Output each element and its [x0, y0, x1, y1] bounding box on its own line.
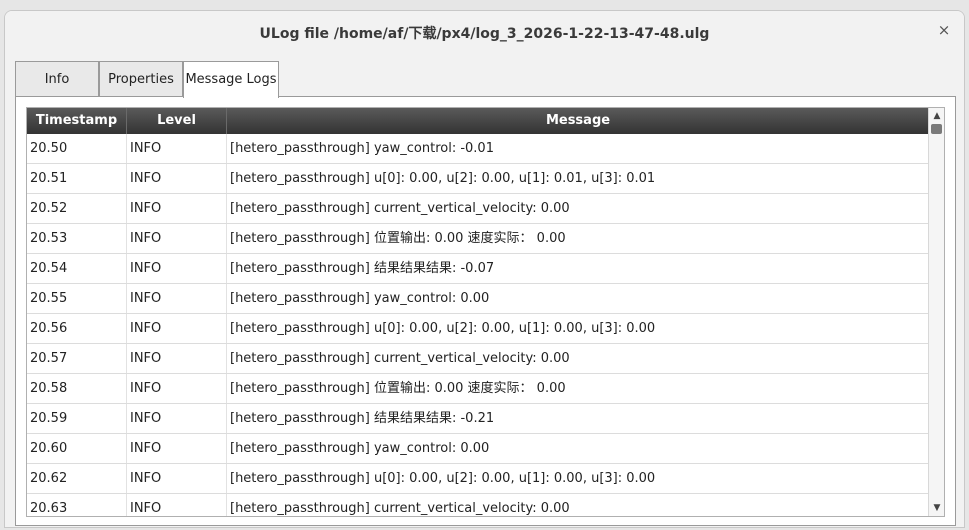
cell-message: [hetero_passthrough] current_vertical_ve… — [230, 351, 570, 366]
cell-level: INFO — [127, 224, 227, 253]
table-row[interactable]: 20.58 INFO [hetero_passthrough] 位置输出: 0.00… — [27, 374, 929, 404]
cell-level: INFO — [127, 404, 227, 433]
cell-message: [hetero_passthrough] u[0]: 0.00, u[2]: 0… — [230, 471, 656, 486]
tab-info[interactable]: Info — [15, 61, 99, 97]
cell-level: INFO — [127, 464, 227, 493]
cell-message: [hetero_passthrough] 位置输出: 0.00 速度实际： 0.… — [230, 381, 566, 396]
message-logs-panel: Timestamp Level Message 20.50 INFO [hetero… — [15, 96, 956, 526]
message-table: Timestamp Level Message 20.50 INFO [hetero… — [26, 107, 945, 517]
column-header-level[interactable]: Level — [127, 108, 227, 134]
column-header-timestamp[interactable]: Timestamp — [27, 108, 127, 134]
cell-level: INFO — [127, 134, 227, 163]
cell-level: INFO — [127, 494, 227, 516]
title-bar: ULog file /home/af/下载/px4/log_3_2026-1-2… — [5, 11, 964, 53]
table-body: 20.50 INFO [hetero_passthrough] yaw_contro… — [27, 134, 929, 516]
cell-message: [hetero_passthrough] u[0]: 0.00, u[2]: 0… — [230, 171, 656, 186]
cell-timestamp: 20.56 — [27, 314, 127, 343]
cell-level: INFO — [127, 434, 227, 463]
table-row[interactable]: 20.63 INFO [hetero_passthrough] current_ve… — [27, 494, 929, 516]
cell-timestamp: 20.52 — [27, 194, 127, 223]
cell-message: [hetero_passthrough] u[0]: 0.00, u[2]: 0… — [230, 321, 656, 336]
cell-level: INFO — [127, 194, 227, 223]
cell-timestamp: 20.51 — [27, 164, 127, 193]
cell-message: [hetero_passthrough] 位置输出: 0.00 速度实际： 0.… — [230, 231, 566, 246]
window-title: ULog file /home/af/下载/px4/log_3_2026-1-2… — [259, 26, 710, 42]
cell-level: INFO — [127, 374, 227, 403]
cell-timestamp: 20.55 — [27, 284, 127, 313]
cell-level: INFO — [127, 314, 227, 343]
cell-message: [hetero_passthrough] yaw_control: -0.01 — [230, 141, 494, 156]
cell-timestamp: 20.58 — [27, 374, 127, 403]
cell-timestamp: 20.62 — [27, 464, 127, 493]
table-row[interactable]: 20.62 INFO [hetero_passthrough] u[0]: 0.00… — [27, 464, 929, 494]
cell-timestamp: 20.53 — [27, 224, 127, 253]
cell-message: [hetero_passthrough] yaw_control: 0.00 — [230, 441, 490, 456]
cell-timestamp: 20.50 — [27, 134, 127, 163]
table-row[interactable]: 20.50 INFO [hetero_passthrough] yaw_contro… — [27, 134, 929, 164]
cell-level: INFO — [127, 164, 227, 193]
table-row[interactable]: 20.56 INFO [hetero_passthrough] u[0]: 0.00… — [27, 314, 929, 344]
column-header-message[interactable]: Message — [227, 108, 929, 134]
table-row[interactable]: 20.59 INFO [hetero_passthrough] 结果结果结果: -0… — [27, 404, 929, 434]
table-row[interactable]: 20.54 INFO [hetero_passthrough] 结果结果结果: -0… — [27, 254, 929, 284]
ulog-window: ULog file /home/af/下载/px4/log_3_2026-1-2… — [4, 10, 965, 528]
tab-properties[interactable]: Properties — [99, 61, 183, 97]
table-row[interactable]: 20.52 INFO [hetero_passthrough] current_ve… — [27, 194, 929, 224]
cell-message: [hetero_passthrough] current_vertical_ve… — [230, 201, 570, 216]
table-header: Timestamp Level Message — [27, 108, 929, 134]
cell-timestamp: 20.54 — [27, 254, 127, 283]
cell-timestamp: 20.59 — [27, 404, 127, 433]
cell-level: INFO — [127, 284, 227, 313]
cell-timestamp: 20.60 — [27, 434, 127, 463]
cell-message: [hetero_passthrough] 结果结果结果: -0.07 — [230, 261, 495, 276]
cell-level: INFO — [127, 254, 227, 283]
close-icon[interactable]: × — [934, 20, 954, 40]
vertical-scrollbar[interactable]: ▲ ▼ — [928, 108, 944, 516]
scroll-up-icon[interactable]: ▲ — [931, 110, 943, 122]
cell-message: [hetero_passthrough] current_vertical_ve… — [230, 501, 570, 516]
cell-message: [hetero_passthrough] yaw_control: 0.00 — [230, 291, 490, 306]
scrollbar-thumb[interactable] — [931, 124, 942, 134]
cell-timestamp: 20.63 — [27, 494, 127, 516]
table-row[interactable]: 20.53 INFO [hetero_passthrough] 位置输出: 0.00… — [27, 224, 929, 254]
table-row[interactable]: 20.51 INFO [hetero_passthrough] u[0]: 0.00… — [27, 164, 929, 194]
tab-message-logs[interactable]: Message Logs — [183, 61, 279, 98]
table-row[interactable]: 20.55 INFO [hetero_passthrough] yaw_contro… — [27, 284, 929, 314]
cell-message: [hetero_passthrough] 结果结果结果: -0.21 — [230, 411, 495, 426]
table-row[interactable]: 20.57 INFO [hetero_passthrough] current_ve… — [27, 344, 929, 374]
table-row[interactable]: 20.60 INFO [hetero_passthrough] yaw_contro… — [27, 434, 929, 464]
cell-level: INFO — [127, 344, 227, 373]
cell-timestamp: 20.57 — [27, 344, 127, 373]
scroll-down-icon[interactable]: ▼ — [931, 502, 943, 514]
